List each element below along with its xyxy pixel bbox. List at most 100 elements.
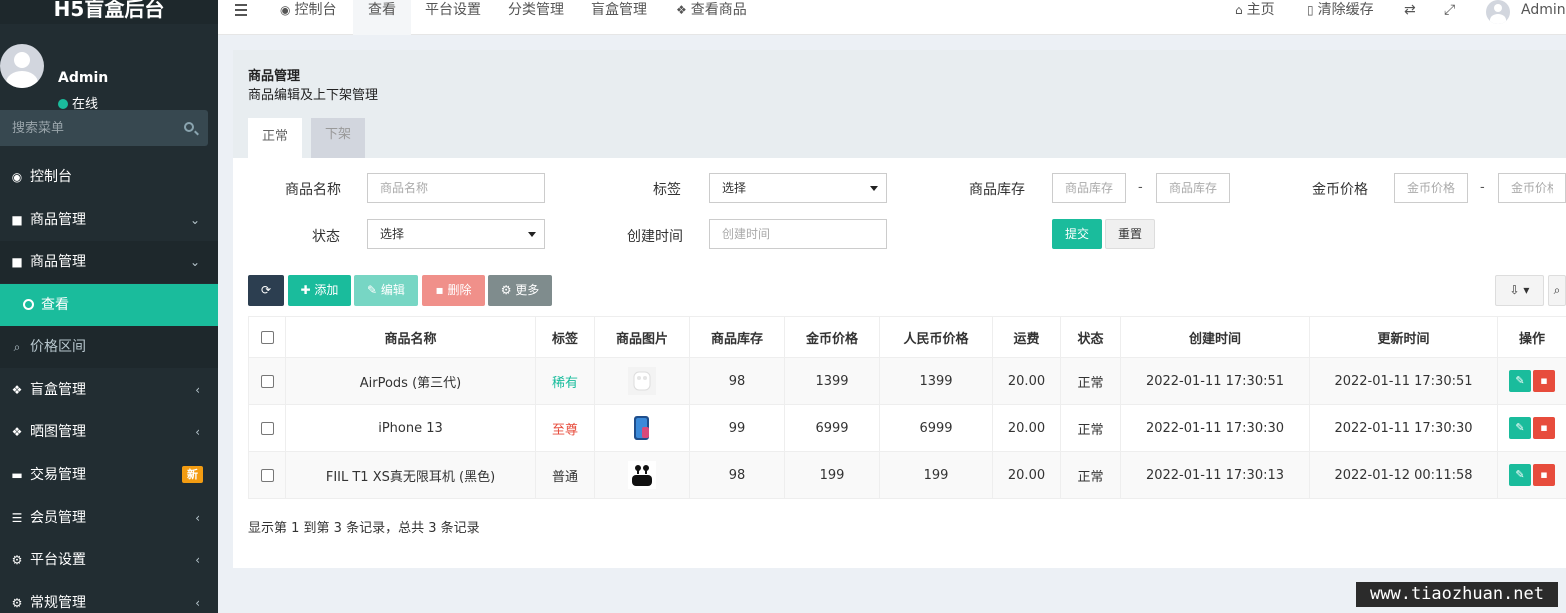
product-created: 2022-01-11 17:30:13 xyxy=(1120,451,1310,499)
column-header[interactable]: 状态 xyxy=(1060,316,1121,358)
row-edit-button[interactable]: ✎ xyxy=(1509,370,1531,392)
chevron-left-icon: ‹ xyxy=(195,511,200,525)
caret-down-icon xyxy=(870,186,878,191)
sidebar-item-products[interactable]: ■ 商品管理 ⌄ xyxy=(0,199,218,241)
column-header[interactable]: 人民币价格 xyxy=(879,316,993,358)
status-dot-icon xyxy=(58,99,68,109)
shopping-bag-icon: ■ xyxy=(11,255,23,269)
tab-offshelf[interactable]: 下架 xyxy=(311,118,366,158)
delete-button[interactable]: ▪ 删除 xyxy=(422,275,485,306)
sidebar-item-photos[interactable]: ❖ 晒图管理 ‹ xyxy=(0,411,218,453)
product-name: AirPods (第三代) xyxy=(285,357,536,405)
tag-filter-value: 选择 xyxy=(722,181,747,195)
plus-icon: ✚ xyxy=(300,283,315,297)
select-all-checkbox[interactable] xyxy=(260,330,274,344)
range-separator: - xyxy=(1480,180,1485,195)
home-link[interactable]: ⌂ 主页 xyxy=(1235,0,1275,35)
column-header[interactable]: 商品库存 xyxy=(689,316,785,358)
tab-platform-settings[interactable]: 平台设置 xyxy=(425,0,481,35)
table-row[interactable]: AirPods (第三代) 稀有 98 1399 1399 20.00 正常 2… xyxy=(248,357,1566,405)
tab-category[interactable]: 分类管理 xyxy=(508,0,564,35)
column-header[interactable]: 商品图片 xyxy=(594,316,690,358)
stock-min-input[interactable] xyxy=(1052,173,1126,203)
table-row[interactable]: FIIL T1 XS真无限耳机 (黑色) 普通 98 199 199 20.00… xyxy=(248,451,1566,499)
sidebar-item-dashboard[interactable]: ◉ 控制台 xyxy=(0,156,218,198)
search-toggle-button[interactable]: ⌕ xyxy=(1548,275,1566,306)
fullscreen-icon[interactable]: ⤢ xyxy=(1444,0,1455,35)
column-header[interactable]: 金币价格 xyxy=(784,316,880,358)
top-user-name[interactable]: Admin xyxy=(1521,0,1566,35)
sidebar-item-blindbox[interactable]: ❖ 盲盒管理 ‹ xyxy=(0,369,218,411)
sidebar-item-price-range[interactable]: ⌕ 价格区间 xyxy=(0,326,218,368)
sidebar: H5盲盒后台 Admin 在线 ◉ 控制台 ■ 商品管理 ⌄ ■ 商品管理 ⌄ … xyxy=(0,0,218,613)
dashboard-icon: ◉ xyxy=(280,3,291,17)
app-logo[interactable]: H5盲盒后台 xyxy=(0,0,218,24)
edit-button[interactable]: ✎ 编辑 xyxy=(354,275,418,306)
tab-view-products[interactable]: ❖ 查看商品 xyxy=(676,0,747,35)
row-edit-button[interactable]: ✎ xyxy=(1509,417,1531,439)
sidebar-item-members[interactable]: ☰ 会员管理 ‹ xyxy=(0,497,218,539)
row-checkbox[interactable] xyxy=(260,374,274,388)
product-name: FIIL T1 XS真无限耳机 (黑色) xyxy=(285,451,536,499)
row-delete-button[interactable]: ▪ xyxy=(1533,417,1555,439)
delete-label: 删除 xyxy=(447,283,472,297)
menu-search-input[interactable] xyxy=(0,110,170,146)
avatar[interactable] xyxy=(1486,0,1510,24)
edit-label: 编辑 xyxy=(380,283,405,297)
trash-icon: ▯ xyxy=(1307,3,1314,17)
iphone-image[interactable] xyxy=(627,413,657,443)
circle-icon xyxy=(23,299,34,310)
panel-header: 商品管理 商品编辑及上下架管理 正常 下架 xyxy=(233,50,1566,158)
add-button[interactable]: ✚ 添加 xyxy=(288,275,351,306)
name-filter-input[interactable] xyxy=(367,173,545,203)
sidebar-item-trades[interactable]: ▬ 交易管理 新 xyxy=(0,454,218,496)
status-filter-value: 选择 xyxy=(380,227,405,241)
row-checkbox[interactable] xyxy=(260,468,274,482)
product-updated: 2022-01-11 17:30:51 xyxy=(1309,357,1498,405)
sidebar-item-platform[interactable]: ⚙ 平台设置 ‹ xyxy=(0,539,218,581)
row-checkbox[interactable] xyxy=(260,421,274,435)
stock-max-input[interactable] xyxy=(1156,173,1230,203)
column-header[interactable]: 更新时间 xyxy=(1309,316,1498,358)
table-row[interactable]: iPhone 13 至尊 99 6999 6999 20.00 正常 2022-… xyxy=(248,404,1566,452)
tab-dashboard[interactable]: ◉ 控制台 xyxy=(280,0,336,35)
created-filter-input[interactable] xyxy=(709,219,887,249)
export-icon: ⇩ ▾ xyxy=(1509,283,1530,297)
sidebar-item-products-sub[interactable]: ■ 商品管理 ⌄ xyxy=(0,241,218,283)
tab-view[interactable]: 查看 xyxy=(353,0,411,35)
submit-button[interactable]: 提交 xyxy=(1052,219,1102,249)
row-edit-button[interactable]: ✎ xyxy=(1509,464,1531,486)
export-button[interactable]: ⇩ ▾ xyxy=(1495,275,1544,306)
sidebar-item-view[interactable]: 查看 xyxy=(0,284,218,326)
row-delete-button[interactable]: ▪ xyxy=(1533,464,1555,486)
tag-filter-select[interactable]: 选择 xyxy=(709,173,887,203)
column-header[interactable]: 运费 xyxy=(992,316,1061,358)
tab-blindbox[interactable]: 盲盒管理 xyxy=(591,0,647,35)
status-filter-select[interactable]: 选择 xyxy=(367,219,545,249)
airpods-image[interactable] xyxy=(627,366,657,396)
row-delete-button[interactable]: ▪ xyxy=(1533,370,1555,392)
tab-label: 分类管理 xyxy=(508,2,564,18)
product-coin-price: 1399 xyxy=(784,357,880,405)
menu-toggle-icon[interactable] xyxy=(235,4,247,19)
clear-cache-link[interactable]: ▯ 清除缓存 xyxy=(1307,0,1374,35)
price-min-input[interactable] xyxy=(1394,173,1468,203)
column-header[interactable]: 标签 xyxy=(535,316,595,358)
earbuds-image[interactable] xyxy=(627,460,657,490)
row-actions: ✎ ▪ xyxy=(1497,451,1566,499)
sidebar-item-general[interactable]: ⚙ 常规管理 ‹ xyxy=(0,582,218,613)
column-header[interactable]: 创建时间 xyxy=(1120,316,1310,358)
name-filter-label: 商品名称 xyxy=(285,182,341,198)
price-max-input[interactable] xyxy=(1498,173,1566,203)
refresh-button[interactable]: ⟳ xyxy=(248,275,284,306)
product-tag: 普通 xyxy=(535,451,595,499)
tab-normal[interactable]: 正常 xyxy=(248,118,303,158)
product-status: 正常 xyxy=(1060,404,1121,452)
more-button[interactable]: ⚙ 更多 xyxy=(488,275,552,306)
search-icon[interactable] xyxy=(184,122,194,132)
product-shipping: 20.00 xyxy=(992,451,1061,499)
reset-button[interactable]: 重置 xyxy=(1105,219,1155,249)
column-header[interactable]: 商品名称 xyxy=(285,316,536,358)
dropbox-icon: ❖ xyxy=(676,3,687,17)
translate-icon[interactable]: ⇄ xyxy=(1404,0,1416,35)
